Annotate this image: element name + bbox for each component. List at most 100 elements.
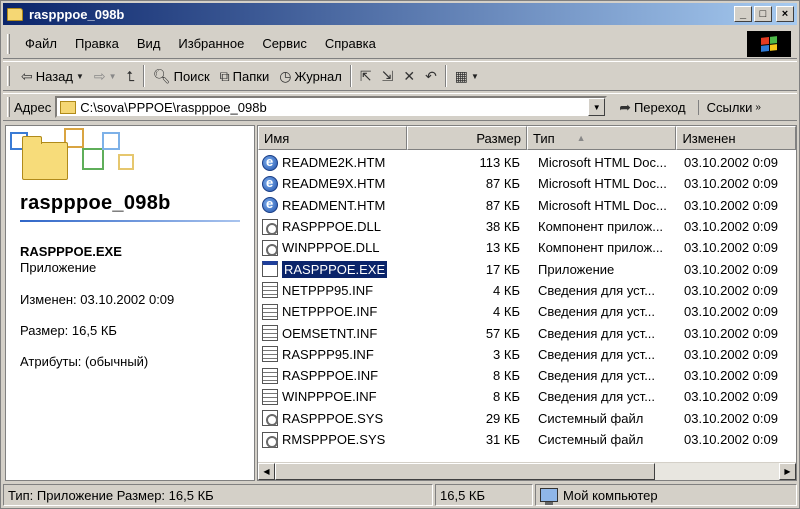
file-name[interactable]: README9X.HTM xyxy=(282,176,385,191)
cell-name[interactable]: WINPPPOE.DLL xyxy=(258,239,408,256)
toolbar-separator xyxy=(142,65,145,87)
links-button[interactable]: Ссылки » xyxy=(697,99,761,115)
cell-name[interactable]: NETPPP95.INF xyxy=(258,282,408,299)
chevron-down-icon[interactable]: ▼ xyxy=(76,72,84,81)
menu-favorites[interactable]: Избранное xyxy=(169,36,253,51)
cell-name[interactable]: README2K.HTM xyxy=(258,154,408,171)
menu-edit[interactable]: Правка xyxy=(66,36,128,51)
scroll-left-button[interactable]: ◀ xyxy=(258,463,275,480)
table-row[interactable]: OEMSETNT.INF 57 КБ Сведения для уст... 03.1… xyxy=(258,322,796,343)
table-row[interactable]: WINPPPOE.INF 8 КБ Сведения для уст... 03.10… xyxy=(258,386,796,407)
minimize-button[interactable]: _ xyxy=(734,6,752,22)
table-row[interactable]: RASPPPOE.SYS 29 КБ Системный файл 03.10.200… xyxy=(258,408,796,429)
table-row[interactable]: READMENT.HTM 87 КБ Microsoft HTML Doc... 03… xyxy=(258,195,796,216)
toolbar-grip[interactable] xyxy=(7,66,10,86)
scroll-track[interactable] xyxy=(655,463,779,480)
back-button[interactable]: ⇦ Назад ▼ xyxy=(16,64,89,88)
horizontal-scrollbar[interactable]: ◀ ▶ xyxy=(258,462,796,480)
cell-name[interactable]: RMSPPPOE.SYS xyxy=(258,431,408,448)
file-name[interactable]: RASPPP95.INF xyxy=(282,347,374,362)
file-modified: 03.10.2002 0:09 xyxy=(684,346,778,362)
views-button[interactable]: ▦ ▼ xyxy=(450,64,484,88)
search-button[interactable]: 🔍︎ Поиск xyxy=(148,64,215,88)
back-label: Назад xyxy=(35,68,73,84)
table-row[interactable]: README2K.HTM 113 КБ Microsoft HTML Doc... 0… xyxy=(258,152,796,173)
cell-name[interactable]: OEMSETNT.INF xyxy=(258,325,408,342)
forward-button[interactable]: ⇨ ▼ xyxy=(89,64,122,88)
menu-view[interactable]: Вид xyxy=(128,36,170,51)
cell-name[interactable]: RASPPPOE.DLL xyxy=(258,218,408,235)
history-button[interactable]: ◷ Журнал xyxy=(274,64,347,88)
undo-button[interactable]: ↶ xyxy=(420,64,442,88)
up-folder-button[interactable]: ⮤ xyxy=(122,64,140,88)
cell-name[interactable]: RASPPPOE.SYS xyxy=(258,410,408,427)
address-grip[interactable] xyxy=(7,97,10,117)
inf-file-icon xyxy=(262,367,278,384)
address-value[interactable]: C:\sova\PPPOE\raspppoe_098b xyxy=(80,100,266,115)
address-dropdown-button[interactable]: ▼ xyxy=(588,98,606,116)
file-name[interactable]: RASPPPOE.DLL xyxy=(282,219,381,234)
menu-grip[interactable] xyxy=(7,33,10,54)
column-type[interactable]: Тип ▲ xyxy=(527,126,677,150)
folders-button[interactable]: ⧉ Папки xyxy=(215,64,275,88)
address-input[interactable]: C:\sova\PPPOE\raspppoe_098b ▼ xyxy=(55,96,608,118)
table-row[interactable]: NETPPP95.INF 4 КБ Сведения для уст... 03.10… xyxy=(258,280,796,301)
file-name[interactable]: WINPPPOE.INF xyxy=(282,389,377,404)
windows-logo xyxy=(747,31,791,57)
cell-name[interactable]: READMENT.HTM xyxy=(258,196,408,214)
file-name[interactable]: READMENT.HTM xyxy=(282,198,385,213)
file-type: Microsoft HTML Doc... xyxy=(538,155,667,171)
column-name[interactable]: Имя xyxy=(258,126,408,150)
standard-toolbar: ⇦ Назад ▼ ⇨ ▼ ⮤ 🔍︎ Поиск ⧉ Папки ◷ Журна… xyxy=(3,61,797,91)
file-name[interactable]: RASPPPOE.EXE xyxy=(282,260,388,278)
menu-file[interactable]: Файл xyxy=(16,36,66,51)
cell-name[interactable]: RASPPP95.INF xyxy=(258,346,408,363)
file-name[interactable]: WINPPPOE.DLL xyxy=(282,240,380,255)
cell-name[interactable]: RASPPPOE.EXE xyxy=(258,260,408,278)
scroll-right-button[interactable]: ▶ xyxy=(779,463,796,480)
file-name[interactable]: OEMSETNT.INF xyxy=(282,326,377,341)
table-row[interactable]: RASPPPOE.INF 8 КБ Сведения для уст... 03.10… xyxy=(258,365,796,386)
file-size: 3 КБ xyxy=(493,346,520,362)
cell-name[interactable]: RASPPPOE.INF xyxy=(258,367,408,384)
file-size: 113 КБ xyxy=(479,155,520,171)
menu-help[interactable]: Справка xyxy=(316,36,385,51)
file-name[interactable]: NETPPPOE.INF xyxy=(282,304,377,319)
table-row[interactable]: RASPPPOE.EXE 17 КБ Приложение 03.10.2002 0:… xyxy=(258,258,796,279)
column-size[interactable]: Размер xyxy=(407,126,527,150)
chevron-down-icon[interactable]: ▼ xyxy=(109,72,117,81)
file-size: 13 КБ xyxy=(485,240,520,256)
cell-name[interactable]: WINPPPOE.INF xyxy=(258,388,408,405)
table-row[interactable]: WINPPPOE.DLL 13 КБ Компонент прилож... 03.1… xyxy=(258,237,796,258)
file-name[interactable]: RASPPPOE.INF xyxy=(282,368,378,383)
table-row[interactable]: NETPPPOE.INF 4 КБ Сведения для уст... 03.10… xyxy=(258,301,796,322)
decor-square xyxy=(102,132,120,150)
file-name[interactable]: README2K.HTM xyxy=(282,155,385,170)
table-row[interactable]: RASPPP95.INF 3 КБ Сведения для уст... 03.10… xyxy=(258,344,796,365)
table-row[interactable]: README9X.HTM 87 КБ Microsoft HTML Doc... 03… xyxy=(258,173,796,194)
scroll-thumb[interactable] xyxy=(275,463,655,480)
file-modified: 03.10.2002 0:09 xyxy=(684,325,778,341)
file-name[interactable]: NETPPP95.INF xyxy=(282,283,373,298)
file-name[interactable]: RASPPPOE.SYS xyxy=(282,411,383,426)
table-row[interactable]: RASPPPOE.DLL 38 КБ Компонент прилож... 03.1… xyxy=(258,216,796,237)
chevron-down-icon[interactable]: ▼ xyxy=(471,72,479,81)
file-type: Microsoft HTML Doc... xyxy=(538,176,667,192)
cell-name[interactable]: NETPPPOE.INF xyxy=(258,303,408,320)
file-name[interactable]: RMSPPPOE.SYS xyxy=(282,432,385,447)
close-button[interactable]: × xyxy=(776,6,794,22)
file-modified: 03.10.2002 0:09 xyxy=(684,155,778,171)
cell-name[interactable]: README9X.HTM xyxy=(258,175,408,192)
maximize-button[interactable]: □ xyxy=(754,6,772,22)
title-bar[interactable]: raspppoe_098b _ □ × xyxy=(3,3,797,25)
column-modified[interactable]: Изменен xyxy=(676,126,796,150)
copy-to-button[interactable]: ⇲ xyxy=(377,64,399,88)
selection-details: RASPPPOE.EXE Приложение Изменен: 03.10.2… xyxy=(20,244,174,370)
delete-button[interactable]: ✕ xyxy=(398,64,420,88)
address-label: Адрес xyxy=(14,99,52,115)
move-to-button[interactable]: ⇱ xyxy=(355,64,377,88)
menu-tools[interactable]: Сервис xyxy=(253,36,316,51)
table-row[interactable]: RMSPPPOE.SYS 31 КБ Системный файл 03.10.200… xyxy=(258,429,796,450)
file-size: 4 КБ xyxy=(493,282,520,298)
go-button[interactable]: ➦ Переход xyxy=(619,100,685,115)
